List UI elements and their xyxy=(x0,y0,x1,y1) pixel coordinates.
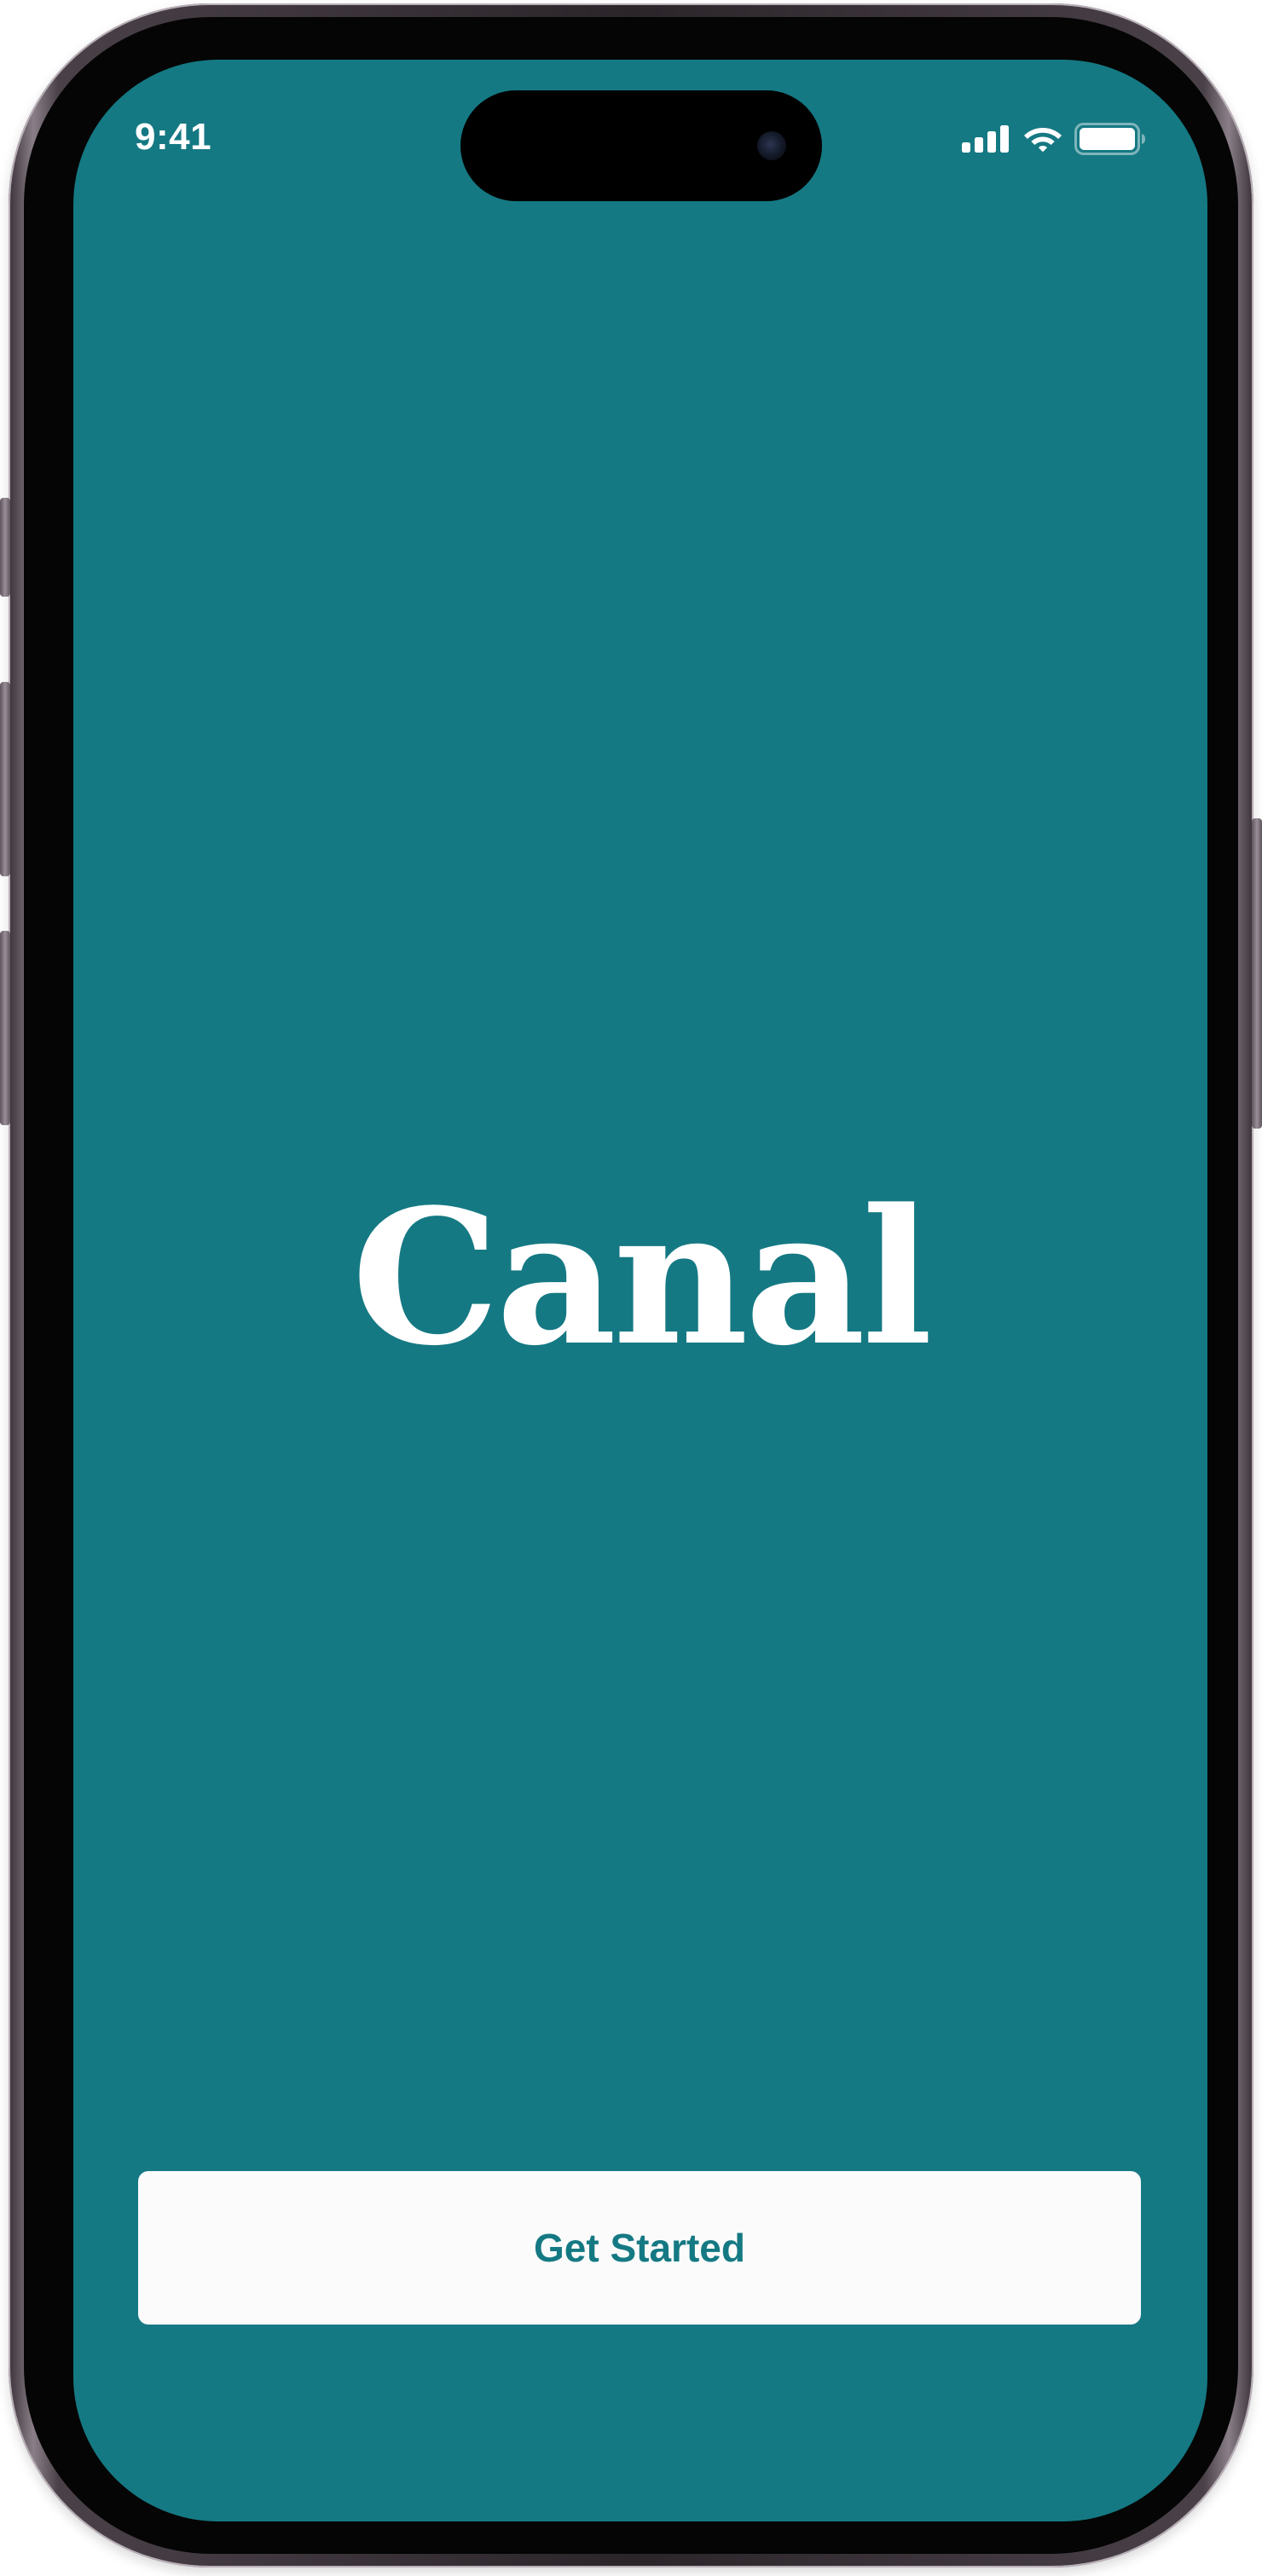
status-time: 9:41 xyxy=(135,116,212,158)
cellular-signal-icon xyxy=(962,125,1009,153)
power-button xyxy=(1252,818,1262,1129)
app-logo: Canal xyxy=(351,1169,932,1387)
get-started-button[interactable]: Get Started xyxy=(138,2171,1141,2325)
battery-icon xyxy=(1074,123,1145,155)
phone-frame: 9:41 Canal Get Started xyxy=(0,3,1262,2567)
camera-icon xyxy=(757,131,786,160)
volume-down-button xyxy=(0,931,10,1125)
status-indicators xyxy=(962,123,1146,155)
volume-up-button xyxy=(0,682,10,876)
wifi-icon xyxy=(1024,128,1062,153)
action-button xyxy=(0,498,10,597)
dynamic-island xyxy=(460,90,822,201)
app-screen: 9:41 Canal Get Started xyxy=(73,60,1207,2521)
